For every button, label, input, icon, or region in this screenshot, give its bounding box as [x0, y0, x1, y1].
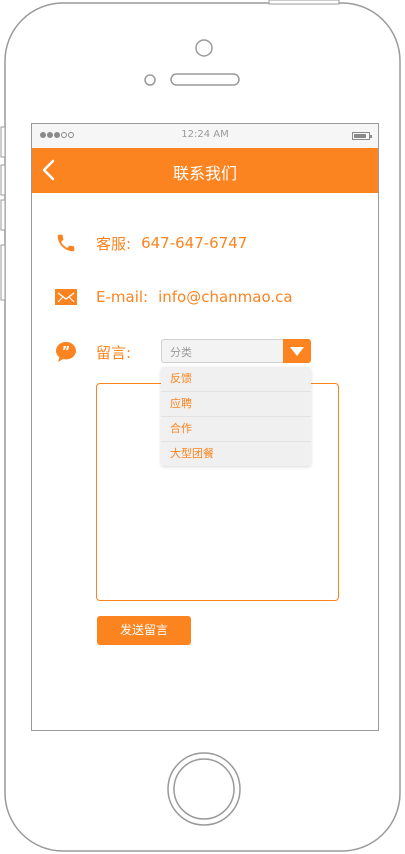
- category-option-jobs[interactable]: 应聘: [161, 392, 311, 417]
- envelope-icon: [54, 285, 78, 309]
- battery-icon: [352, 132, 372, 140]
- category-dropdown: 反馈 应聘 合作 大型团餐: [161, 367, 311, 466]
- email-label: E-mail:: [96, 288, 149, 306]
- nav-bar: 联系我们: [32, 148, 378, 193]
- category-option-group-catering[interactable]: 大型团餐: [161, 442, 311, 466]
- page-title: 联系我们: [172, 164, 237, 183]
- category-option-cooperation[interactable]: 合作: [161, 417, 311, 442]
- email-row: E-mail: info@chanmao.ca: [54, 285, 293, 309]
- svg-text:”: ”: [62, 345, 71, 360]
- phone-number[interactable]: 647-647-6747: [141, 234, 247, 252]
- email-address[interactable]: info@chanmao.ca: [158, 288, 293, 306]
- app-screen: 12:24 AM 联系我们 客服: 647-647-6747 E-mail: i…: [31, 123, 379, 731]
- send-message-button[interactable]: 发送留言: [97, 616, 191, 645]
- phone-label: 客服:: [96, 234, 132, 253]
- phone-icon: [54, 231, 78, 255]
- phone-row: 客服: 647-647-6747: [54, 231, 247, 255]
- category-option-feedback[interactable]: 反馈: [161, 367, 311, 392]
- status-bar: 12:24 AM: [32, 124, 378, 148]
- speech-bubble-icon: ”: [54, 340, 78, 364]
- status-time: 12:24 AM: [181, 129, 229, 140]
- category-placeholder: 分类: [170, 346, 192, 359]
- message-row: ” 留言:: [54, 340, 131, 364]
- category-select[interactable]: 分类: [161, 339, 311, 363]
- dropdown-arrow-icon[interactable]: [283, 339, 311, 363]
- message-label: 留言:: [96, 343, 132, 362]
